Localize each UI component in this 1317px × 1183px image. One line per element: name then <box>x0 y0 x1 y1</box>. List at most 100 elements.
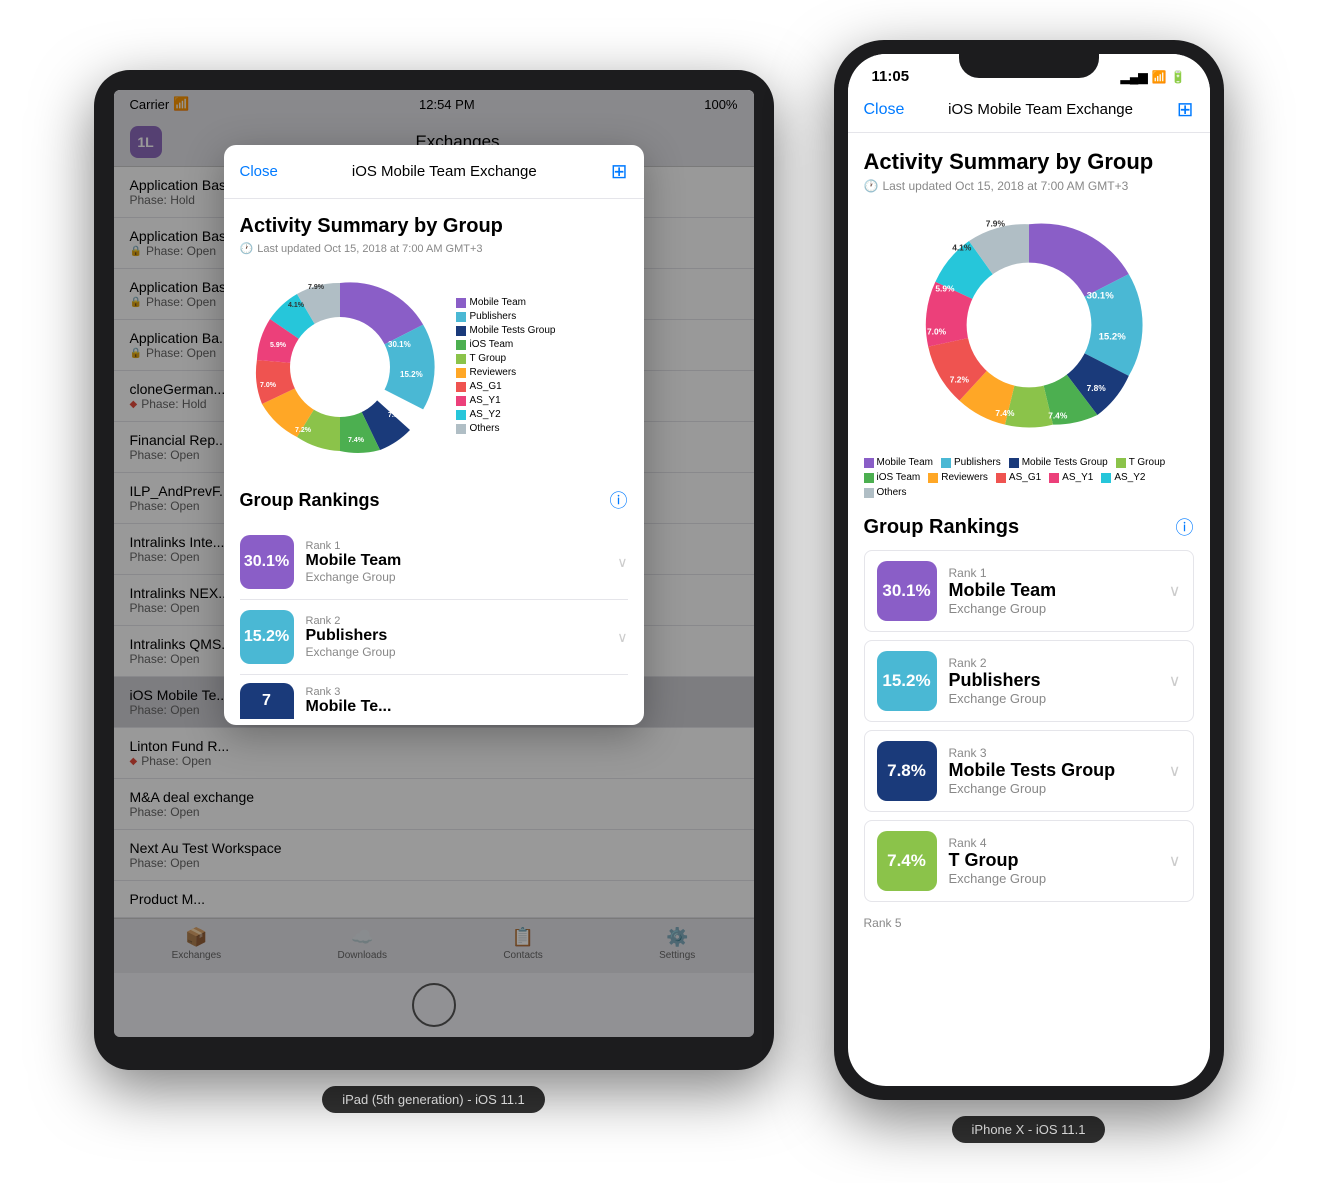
chevron-down-icon: ∨ <box>1169 761 1181 781</box>
rank-number-1: Rank 1 <box>306 540 606 552</box>
iphone-rank-badge-3: 7.8% <box>877 741 937 801</box>
chevron-down-icon: ∨ <box>1169 671 1181 691</box>
legend-item: AS_G1 <box>456 381 556 392</box>
iphone-rank-info-3: Rank 3 Mobile Tests Group Exchange Group <box>949 746 1157 796</box>
iphone-info-icon[interactable]: ⓘ <box>1176 514 1194 540</box>
iphone-rank-item-2[interactable]: 15.2% Rank 2 Publishers Exchange Group ∨ <box>864 640 1194 722</box>
svg-text:7.8%: 7.8% <box>1086 383 1106 393</box>
modal-content: Activity Summary by Group 🕐 Last updated… <box>224 199 644 725</box>
rank-item-1[interactable]: 30.1% Rank 1 Mobile Team Exchange Group … <box>240 525 628 600</box>
iphone-status-right: ▂▄▆ 📶 🔋 <box>1121 70 1186 84</box>
modal-close-button[interactable]: Close <box>240 163 278 180</box>
legend-item: Mobile Team <box>456 297 556 308</box>
iphone-time: 11:05 <box>872 68 910 85</box>
iphone-rank-item-3[interactable]: 7.8% Rank 3 Mobile Tests Group Exchange … <box>864 730 1194 812</box>
rank-type-1: Exchange Group <box>306 570 606 584</box>
iphone-rank-item-4[interactable]: 7.4% Rank 4 T Group Exchange Group ∨ <box>864 820 1194 902</box>
ipad-label: iPad (5th generation) - iOS 11.1 <box>322 1086 545 1113</box>
legend-item: iOS Team <box>456 339 556 350</box>
rank-badge-3: 7 <box>240 683 294 719</box>
iphone-rank-name-1: Mobile Team <box>949 580 1157 601</box>
ipad-modal-overlay: Close iOS Mobile Team Exchange ⊞ Activit… <box>114 90 754 1037</box>
iphone-rank-number-1: Rank 1 <box>949 566 1157 580</box>
iphone-rank-name-3: Mobile Tests Group <box>949 760 1157 781</box>
legend-others: Others <box>864 487 907 498</box>
iphone-rank-badge-2: 15.2% <box>877 651 937 711</box>
iphone-rank-number-2: Rank 2 <box>949 656 1157 670</box>
iphone-rankings-title: Group Rankings <box>864 516 1020 539</box>
iphone-notch <box>959 54 1099 78</box>
iphone-close-button[interactable]: Close <box>864 101 905 119</box>
modal-last-updated: 🕐 Last updated Oct 15, 2018 at 7:00 AM G… <box>240 242 628 255</box>
legend-item: Publishers <box>456 311 556 322</box>
rankings-title: Group Rankings <box>240 490 380 511</box>
iphone-chart-area: 30.1% 15.2% 7.8% 7.4% 7.4% 7.2% 7.0% 5.9… <box>864 205 1194 445</box>
info-icon[interactable]: ⓘ <box>610 487 628 513</box>
iphone-battery-icon: 🔋 <box>1171 70 1186 84</box>
rank-type-2: Exchange Group <box>306 645 606 659</box>
modal-title: iOS Mobile Team Exchange <box>352 163 537 180</box>
iphone-donut-svg: 30.1% 15.2% 7.8% 7.4% 7.4% 7.2% 7.0% 5.9… <box>909 205 1149 445</box>
svg-text:5.9%: 5.9% <box>935 283 955 293</box>
iphone-rank-type-4: Exchange Group <box>949 871 1157 886</box>
rank-item-3-partial[interactable]: 7 Rank 3 Mobile Te... <box>240 675 628 725</box>
iphone-rank-type-2: Exchange Group <box>949 691 1157 706</box>
iphone-rank-number-4: Rank 4 <box>949 836 1157 850</box>
legend-item: Mobile Tests Group <box>456 325 556 336</box>
legend-item: Reviewers <box>456 367 556 378</box>
legend-as-y2: AS_Y2 <box>1101 472 1145 483</box>
svg-text:7.4%: 7.4% <box>995 408 1015 418</box>
legend-item: AS_Y2 <box>456 409 556 420</box>
legend-as-y1: AS_Y1 <box>1049 472 1093 483</box>
ipad-screen: Carrier 📶 12:54 PM 100% 1L Exchanges App… <box>114 90 754 1037</box>
chevron-down-icon: ∨ <box>1169 581 1181 601</box>
rank-info-3: Rank 3 Mobile Te... <box>306 686 628 716</box>
svg-text:7.0%: 7.0% <box>260 382 277 389</box>
svg-text:30.1%: 30.1% <box>1086 291 1114 302</box>
legend-item: Others <box>456 423 556 434</box>
iphone-nav-bar: Close iOS Mobile Team Exchange ⊞ <box>848 89 1210 133</box>
rank-number-3: Rank 3 <box>306 686 628 698</box>
rank-5-hint: Rank 5 <box>864 910 1194 936</box>
iphone-grid-icon[interactable]: ⊞ <box>1177 97 1194 122</box>
legend-publishers: Publishers <box>941 457 1001 468</box>
iphone-chart-legend: Mobile Team Publishers Mobile Tests Grou… <box>864 457 1194 498</box>
iphone-rank-info-4: Rank 4 T Group Exchange Group <box>949 836 1157 886</box>
rank-badge-2: 15.2% <box>240 610 294 664</box>
donut-chart: 30.1% 15.2% 7.8% 7.4% 7.2% 7.0% 5.9% 4.1… <box>240 267 440 467</box>
ipad-modal: Close iOS Mobile Team Exchange ⊞ Activit… <box>224 145 644 725</box>
clock-icon: 🕐 <box>240 242 254 255</box>
svg-text:7.4%: 7.4% <box>348 437 365 444</box>
modal-grid-icon[interactable]: ⊞ <box>611 159 628 184</box>
iphone-rank-badge-4: 7.4% <box>877 831 937 891</box>
svg-text:30.1%: 30.1% <box>388 340 411 349</box>
iphone-rank-name-4: T Group <box>949 850 1157 871</box>
iphone-screen: 11:05 ▂▄▆ 📶 🔋 Close iOS Mobile Team Exch… <box>848 54 1210 1086</box>
iphone-nav-title: iOS Mobile Team Exchange <box>948 101 1133 118</box>
iphone-wifi-icon: 📶 <box>1152 70 1167 84</box>
legend-reviewers: Reviewers <box>928 472 988 483</box>
chart-area: 30.1% 15.2% 7.8% 7.4% 7.2% 7.0% 5.9% 4.1… <box>240 267 628 467</box>
iphone-rank-info-2: Rank 2 Publishers Exchange Group <box>949 656 1157 706</box>
iphone-rank-info-1: Rank 1 Mobile Team Exchange Group <box>949 566 1157 616</box>
iphone-section-title: Activity Summary by Group <box>864 149 1194 175</box>
rank-name-2: Publishers <box>306 627 606 645</box>
iphone-label: iPhone X - iOS 11.1 <box>952 1116 1106 1143</box>
svg-text:7.2%: 7.2% <box>295 427 312 434</box>
iphone-rankings-header: Group Rankings ⓘ <box>864 514 1194 540</box>
modal-section-title: Activity Summary by Group <box>240 215 628 238</box>
svg-text:7.9%: 7.9% <box>308 284 325 291</box>
legend-t-group: T Group <box>1116 457 1166 468</box>
rank-item-2[interactable]: 15.2% Rank 2 Publishers Exchange Group ∨ <box>240 600 628 675</box>
rankings-header: Group Rankings ⓘ <box>240 487 628 513</box>
rank-name-1: Mobile Team <box>306 552 606 570</box>
ipad-device: Carrier 📶 12:54 PM 100% 1L Exchanges App… <box>94 70 774 1113</box>
iphone-rank-item-1[interactable]: 30.1% Rank 1 Mobile Team Exchange Group … <box>864 550 1194 632</box>
svg-text:7.2%: 7.2% <box>949 375 969 385</box>
rank-badge-1: 30.1% <box>240 535 294 589</box>
svg-text:15.2%: 15.2% <box>400 370 423 379</box>
rank-info-1: Rank 1 Mobile Team Exchange Group <box>306 540 606 584</box>
svg-text:15.2%: 15.2% <box>1098 331 1126 342</box>
legend-item: T Group <box>456 353 556 364</box>
donut-svg: 30.1% 15.2% 7.8% 7.4% 7.2% 7.0% 5.9% 4.1… <box>240 267 440 467</box>
